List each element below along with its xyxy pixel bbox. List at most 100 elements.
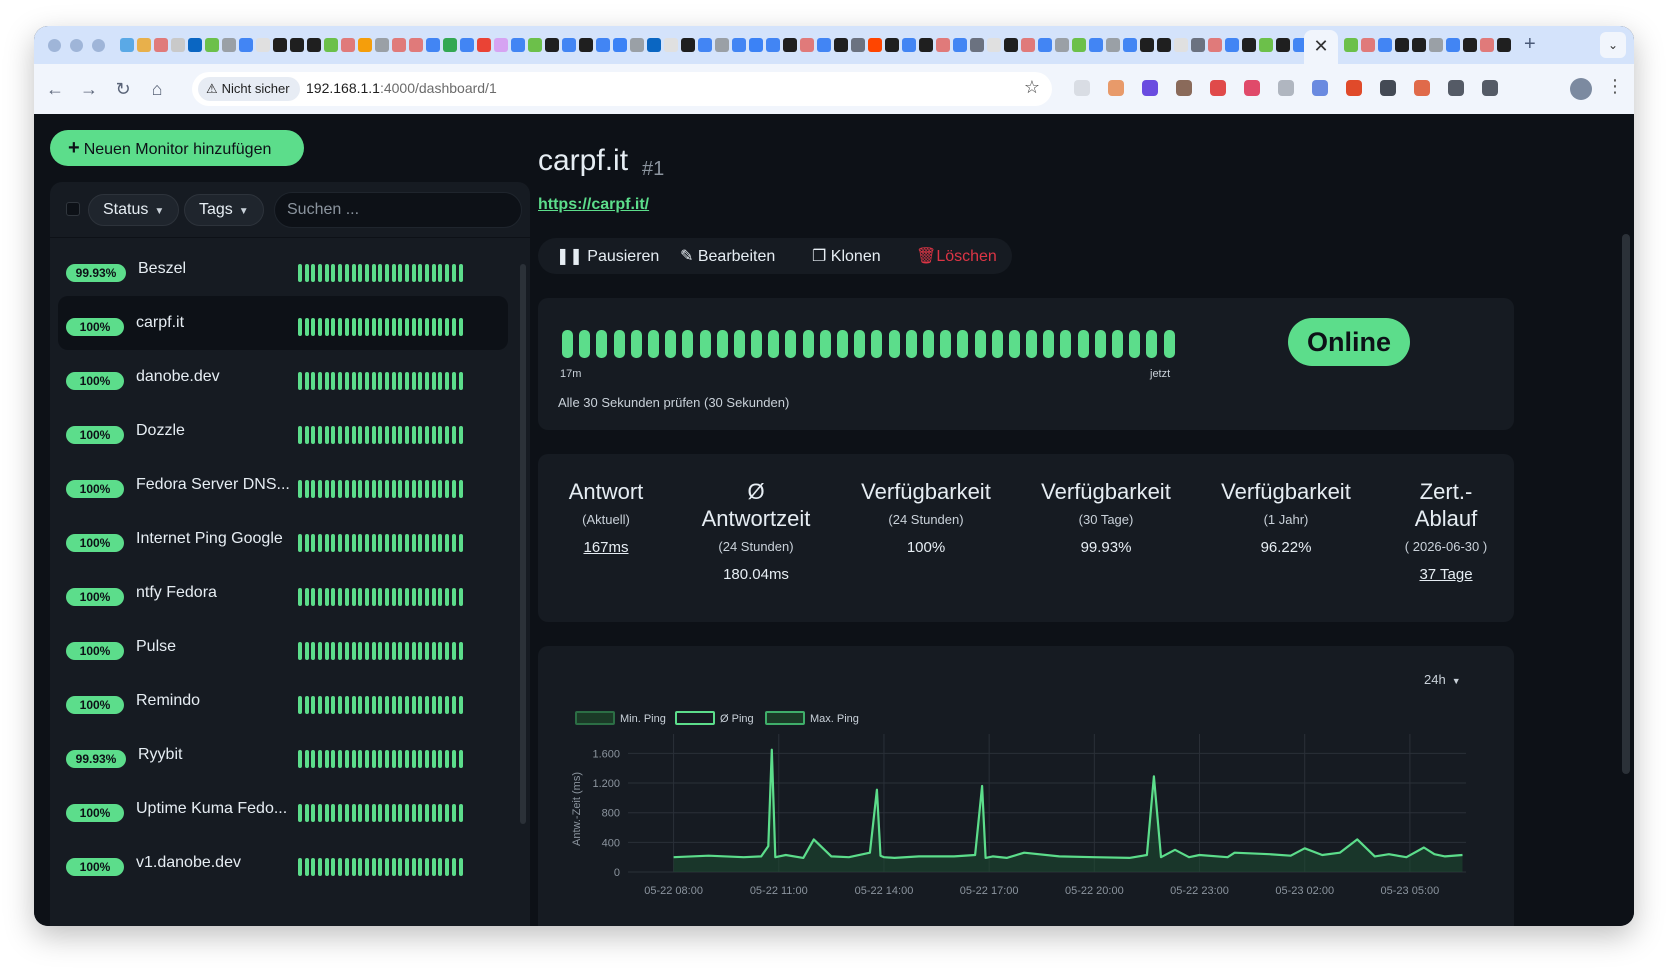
stat-value[interactable]: 167ms — [521, 539, 691, 556]
extension-icon[interactable] — [1108, 80, 1124, 96]
tab-favicon-icon[interactable] — [1191, 38, 1205, 52]
tab-favicon-icon[interactable] — [392, 38, 406, 52]
extension-icon[interactable] — [1312, 80, 1328, 96]
monitor-list-item[interactable]: 100% Internet Ping Google — [58, 512, 508, 566]
monitor-list-item[interactable]: 99.93% Ryybit — [58, 728, 508, 782]
tab-favicon-icon[interactable] — [460, 38, 474, 52]
tab-close-icon[interactable]: ✕ — [1313, 36, 1328, 56]
tab-favicon-icon[interactable] — [732, 38, 746, 52]
tab-favicon-icon[interactable] — [800, 38, 814, 52]
back-icon[interactable]: ← — [42, 76, 68, 102]
home-icon[interactable]: ⌂ — [144, 76, 170, 102]
extension-icon[interactable] — [1482, 80, 1498, 96]
tab-favicon-icon[interactable] — [1072, 38, 1086, 52]
tab-favicon-icon[interactable] — [256, 38, 270, 52]
tab-favicon-icon[interactable] — [885, 38, 899, 52]
tab-favicon-icon[interactable] — [613, 38, 627, 52]
tab-favicon-icon[interactable] — [1089, 38, 1103, 52]
tab-favicon-icon[interactable] — [1225, 38, 1239, 52]
tab-favicon-icon[interactable] — [443, 38, 457, 52]
tab-favicon-icon[interactable] — [1446, 38, 1460, 52]
search-input[interactable]: Suchen ... — [274, 192, 522, 228]
tab-favicon-icon[interactable] — [919, 38, 933, 52]
tab-favicon-icon[interactable] — [1361, 38, 1375, 52]
monitor-list-item[interactable]: 100% Dozzle — [58, 404, 508, 458]
extension-icon[interactable] — [1346, 80, 1362, 96]
tab-favicon-icon[interactable] — [715, 38, 729, 52]
security-chip[interactable]: ⚠ Nicht sicher — [198, 77, 300, 101]
tab-favicon-icon[interactable] — [970, 38, 984, 52]
tab-favicon-icon[interactable] — [1106, 38, 1120, 52]
tab-favicon-icon[interactable] — [1480, 38, 1494, 52]
extension-icon[interactable] — [1380, 80, 1396, 96]
pinned-tabs[interactable] — [120, 36, 1318, 54]
close-window-icon[interactable] — [48, 39, 61, 52]
tab-favicon-icon[interactable] — [324, 38, 338, 52]
active-tab[interactable]: ✕ — [1304, 30, 1338, 64]
tab-favicon-icon[interactable] — [511, 38, 525, 52]
tab-favicon-icon[interactable] — [1429, 38, 1443, 52]
tab-favicon-icon[interactable] — [647, 38, 661, 52]
monitor-list-item[interactable]: 100% carpf.it — [58, 296, 508, 350]
extension-icon[interactable] — [1074, 80, 1090, 96]
tab-favicon-icon[interactable] — [902, 38, 916, 52]
tab-favicon-icon[interactable] — [409, 38, 423, 52]
address-bar[interactable]: ⚠ Nicht sicher 192.168.1.1:4000/dashboard… — [192, 72, 1052, 106]
tab-favicon-icon[interactable] — [273, 38, 287, 52]
tab-favicon-icon[interactable] — [817, 38, 831, 52]
tab-favicon-icon[interactable] — [1395, 38, 1409, 52]
monitor-list-item[interactable]: 100% danobe.dev — [58, 350, 508, 404]
tab-favicon-icon[interactable] — [290, 38, 304, 52]
tab-favicon-icon[interactable] — [1497, 38, 1511, 52]
tab-favicon-icon[interactable] — [1004, 38, 1018, 52]
tab-favicon-icon[interactable] — [664, 38, 678, 52]
tab-favicon-icon[interactable] — [953, 38, 967, 52]
tab-favicon-icon[interactable] — [1259, 38, 1273, 52]
tab-favicon-icon[interactable] — [783, 38, 797, 52]
tab-favicon-icon[interactable] — [1021, 38, 1035, 52]
browser-menu-icon[interactable]: ⋮ — [1606, 76, 1624, 97]
delete-button[interactable]: 🗑Löschen — [916, 246, 997, 266]
tab-favicon-icon[interactable] — [1208, 38, 1222, 52]
tab-favicon-icon[interactable] — [1055, 38, 1069, 52]
background-tabs[interactable] — [1344, 38, 1554, 54]
tab-favicon-icon[interactable] — [1463, 38, 1477, 52]
tab-favicon-icon[interactable] — [528, 38, 542, 52]
tab-favicon-icon[interactable] — [579, 38, 593, 52]
tab-favicon-icon[interactable] — [222, 38, 236, 52]
tab-favicon-icon[interactable] — [307, 38, 321, 52]
tab-favicon-icon[interactable] — [239, 38, 253, 52]
new-tab-button[interactable]: + — [1524, 33, 1536, 56]
tab-favicon-icon[interactable] — [494, 38, 508, 52]
tab-favicon-icon[interactable] — [341, 38, 355, 52]
tab-favicon-icon[interactable] — [1174, 38, 1188, 52]
extension-icon[interactable] — [1278, 80, 1294, 96]
tab-favicon-icon[interactable] — [120, 38, 134, 52]
add-monitor-button[interactable]: + Neuen Monitor hinzufügen — [50, 130, 304, 166]
profile-avatar[interactable] — [1570, 78, 1592, 100]
monitor-url-link[interactable]: https://carpf.it/ — [538, 196, 649, 214]
monitor-list-item[interactable]: 100% Uptime Kuma Fedo... — [58, 782, 508, 836]
tab-favicon-icon[interactable] — [1242, 38, 1256, 52]
url-text[interactable]: 192.168.1.1:4000/dashboard/1 — [306, 80, 497, 96]
monitor-list-item[interactable]: 100% Remindo — [58, 674, 508, 728]
tab-search-button[interactable]: ⌄ — [1600, 32, 1626, 58]
tab-favicon-icon[interactable] — [137, 38, 151, 52]
page-scrollbar[interactable] — [1622, 234, 1630, 774]
tab-favicon-icon[interactable] — [766, 38, 780, 52]
monitor-list-item[interactable]: 100% Pulse — [58, 620, 508, 674]
extension-icon[interactable] — [1414, 80, 1430, 96]
monitor-list-item[interactable]: 100% Fedora Server DNS... — [58, 458, 508, 512]
tab-favicon-icon[interactable] — [426, 38, 440, 52]
tab-favicon-icon[interactable] — [851, 38, 865, 52]
reload-icon[interactable]: ↻ — [110, 76, 136, 102]
pause-button[interactable]: ❚❚ Pausieren — [556, 246, 659, 266]
tab-favicon-icon[interactable] — [154, 38, 168, 52]
minimize-window-icon[interactable] — [70, 39, 83, 52]
tab-favicon-icon[interactable] — [596, 38, 610, 52]
tags-filter[interactable]: Tags ▼ — [184, 194, 264, 226]
stat-value[interactable]: 37 Tage — [1361, 566, 1531, 583]
tab-favicon-icon[interactable] — [987, 38, 1001, 52]
tab-favicon-icon[interactable] — [545, 38, 559, 52]
tab-favicon-icon[interactable] — [358, 38, 372, 52]
